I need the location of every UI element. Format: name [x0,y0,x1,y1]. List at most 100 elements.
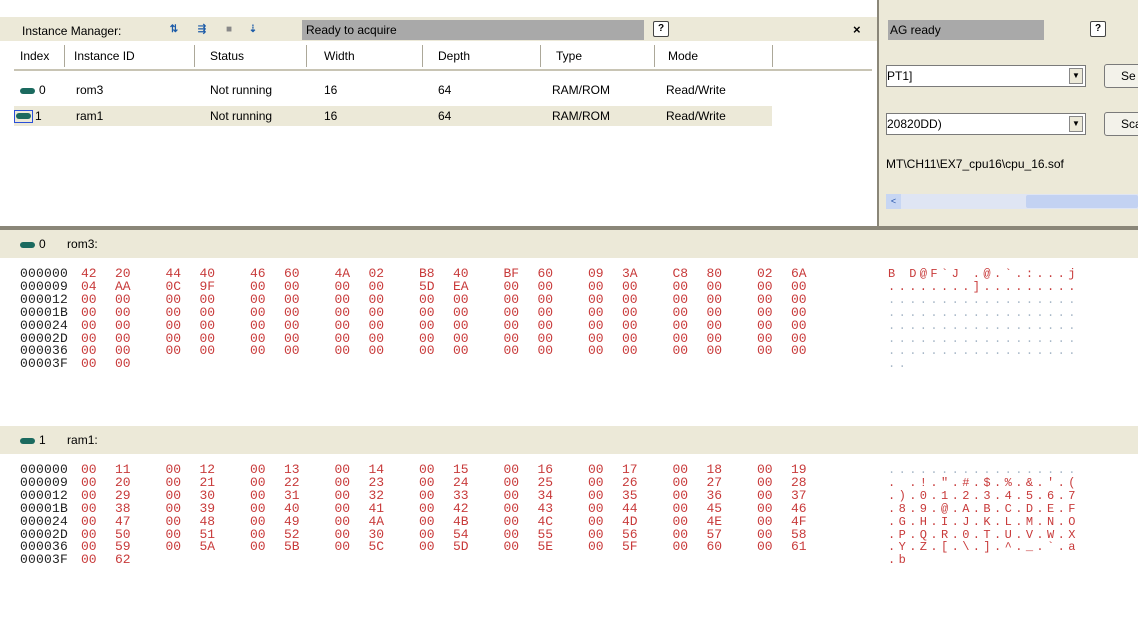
hex-byte[interactable]: 00 [335,540,351,553]
hex-byte[interactable]: 39 [200,502,216,515]
hex-byte[interactable]: 00 [757,344,773,357]
hex-byte[interactable]: 00 [673,489,689,502]
hex-byte[interactable]: 00 [166,293,182,306]
hex-byte[interactable]: 4A [369,515,385,528]
setup-button[interactable]: Se [1104,64,1138,88]
column-status[interactable]: Status [210,47,244,65]
hex-byte[interactable]: 00 [588,306,604,319]
hex-byte[interactable]: 00 [757,293,773,306]
hex-byte[interactable]: 00 [791,319,807,332]
column-index[interactable]: Index [20,47,49,65]
hex-byte[interactable]: 47 [115,515,131,528]
hex-byte[interactable]: 00 [369,344,385,357]
hex-byte[interactable]: 00 [200,293,216,306]
hardware-select[interactable]: PT1] ▼ [886,65,1086,87]
hex-byte[interactable]: 61 [791,540,807,553]
hex-byte[interactable]: 00 [757,515,773,528]
hex-byte[interactable]: 00 [284,293,300,306]
hex-byte[interactable]: 00 [81,502,97,515]
hex-byte[interactable]: 62 [115,553,131,566]
hex-byte[interactable]: 00 [250,344,266,357]
hex-byte[interactable]: 4B [453,515,469,528]
hex-byte[interactable]: 00 [419,306,435,319]
close-icon[interactable]: × [853,22,861,37]
hex-byte[interactable]: 5A [200,540,216,553]
hex-byte[interactable]: 00 [166,344,182,357]
hex-byte[interactable]: 00 [250,502,266,515]
hex-byte[interactable]: 00 [419,540,435,553]
hex-byte[interactable]: 00 [419,502,435,515]
hex-byte[interactable]: 00 [791,306,807,319]
hex-byte[interactable]: 00 [791,293,807,306]
hex-byte[interactable]: 00 [419,344,435,357]
hex-byte[interactable]: 00 [200,306,216,319]
hex-byte[interactable]: 34 [538,489,554,502]
auto-run-icon[interactable]: ⇅ [167,23,181,36]
instance-row[interactable]: 1 ram1 Not running 16 64 RAM/ROM Read/Wr… [14,106,772,126]
hex-byte[interactable]: 5C [369,540,385,553]
hex-byte[interactable]: 00 [166,489,182,502]
hex-byte[interactable]: 00 [250,515,266,528]
hex-byte[interactable]: 00 [791,344,807,357]
hex-byte[interactable]: 00 [284,344,300,357]
hex-byte[interactable]: 4C [538,515,554,528]
hex-byte[interactable]: 00 [588,489,604,502]
hex-byte[interactable]: 00 [757,540,773,553]
hex-byte[interactable]: 00 [504,319,520,332]
hex-byte[interactable]: 00 [166,502,182,515]
hex-byte[interactable]: 00 [335,344,351,357]
hex-byte[interactable]: 41 [369,502,385,515]
hex-byte[interactable]: 00 [538,344,554,357]
hex-byte[interactable]: 00 [81,293,97,306]
hex-byte[interactable]: 00 [673,540,689,553]
hex-byte[interactable]: 00 [81,515,97,528]
chevron-down-icon[interactable]: ▼ [1069,68,1083,84]
hex-byte[interactable]: 00 [622,319,638,332]
hex-byte[interactable]: 00 [588,502,604,515]
hex-byte[interactable]: 29 [115,489,131,502]
hex-byte[interactable]: 40 [284,502,300,515]
hex-byte[interactable]: 00 [250,489,266,502]
hex-byte[interactable]: 00 [250,306,266,319]
hex-byte[interactable]: 38 [115,502,131,515]
hex-byte[interactable]: 35 [622,489,638,502]
hex-byte[interactable]: 00 [504,540,520,553]
hex-byte[interactable]: 00 [504,502,520,515]
hex-byte[interactable]: 00 [673,344,689,357]
hex-byte[interactable]: 4F [791,515,807,528]
device-select[interactable]: 20820DD) ▼ [886,113,1086,135]
hex-byte[interactable]: 00 [622,306,638,319]
hex-byte[interactable]: 00 [369,319,385,332]
hex-byte[interactable]: 00 [673,319,689,332]
hex-byte[interactable]: 00 [673,515,689,528]
hex-byte[interactable]: 00 [250,540,266,553]
hex-byte[interactable]: 00 [335,489,351,502]
hex-byte[interactable]: 5D [453,540,469,553]
hex-byte[interactable]: 00 [538,306,554,319]
hex-byte[interactable]: 00 [81,489,97,502]
hex-byte[interactable]: 00 [419,319,435,332]
hex-byte[interactable]: 00 [81,319,97,332]
horizontal-scrollbar[interactable]: < [886,194,1138,209]
hex-byte[interactable]: 00 [284,306,300,319]
hex-byte[interactable]: 00 [166,515,182,528]
run-icon[interactable]: ⇶ [195,23,209,36]
hex-byte[interactable]: 43 [538,502,554,515]
hex-byte[interactable]: 00 [166,306,182,319]
hex-byte[interactable]: 00 [588,293,604,306]
hex-byte[interactable]: 46 [791,502,807,515]
instance-row[interactable]: 0 rom3 Not running 16 64 RAM/ROM Read/Wr… [14,80,772,100]
scan-chain-button[interactable]: Sca [1104,112,1138,136]
hex-byte[interactable]: 33 [453,489,469,502]
hex-byte[interactable]: 60 [707,540,723,553]
help-icon[interactable]: ? [653,21,669,37]
hex-byte[interactable]: 00 [419,515,435,528]
hex-byte[interactable]: 00 [81,306,97,319]
hex-byte[interactable]: 00 [504,293,520,306]
hex-byte[interactable]: 00 [335,502,351,515]
hex-byte[interactable]: 00 [453,319,469,332]
hex-byte[interactable]: 00 [504,344,520,357]
hex-byte[interactable]: 00 [335,515,351,528]
hex-byte[interactable]: 00 [284,319,300,332]
hex-byte[interactable]: 00 [335,319,351,332]
